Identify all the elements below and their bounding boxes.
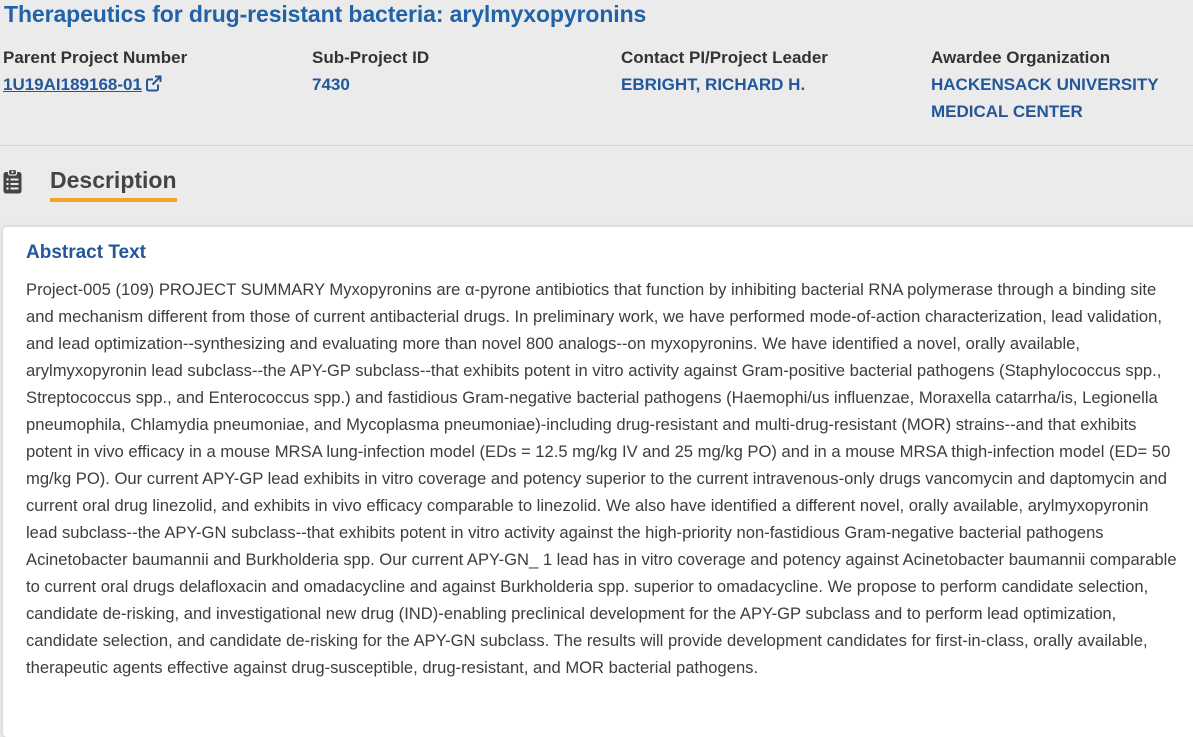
- parent-project-column: Parent Project Number 1U19AI189168-01: [3, 47, 187, 100]
- abstract-card: Abstract Text Project-005 (109) PROJECT …: [3, 227, 1193, 737]
- page-title: Therapeutics for drug-resistant bacteria…: [4, 1, 647, 27]
- contact-pi-column: Contact PI/Project Leader EBRIGHT, RICHA…: [621, 47, 828, 98]
- awardee-value-line2: MEDICAL CENTER: [931, 102, 1083, 121]
- abstract-text: Project-005 (109) PROJECT SUMMARY Myxopy…: [26, 280, 1177, 677]
- sub-project-label: Sub-Project ID: [312, 48, 430, 67]
- contact-pi-label: Contact PI/Project Leader: [621, 48, 828, 67]
- contact-pi-value: EBRIGHT, RICHARD H.: [621, 75, 806, 94]
- clipboard-icon: [3, 168, 22, 199]
- header-divider: [0, 145, 1193, 146]
- parent-project-label: Parent Project Number: [3, 48, 188, 67]
- external-link-icon[interactable]: [145, 73, 162, 100]
- awardee-value: HACKENSACK UNIVERSITY MEDICAL CENTER: [931, 71, 1159, 125]
- awardee-column: Awardee Organization HACKENSACK UNIVERSI…: [931, 47, 1159, 125]
- parent-project-link[interactable]: 1U19AI189168-01: [3, 71, 187, 100]
- awardee-value-line1: HACKENSACK UNIVERSITY: [931, 75, 1159, 94]
- sub-project-value: 7430: [312, 75, 350, 94]
- parent-project-value[interactable]: 1U19AI189168-01: [3, 75, 142, 94]
- sub-project-column: Sub-Project ID 7430: [312, 47, 429, 98]
- tab-description[interactable]: Description: [50, 167, 177, 202]
- awardee-label: Awardee Organization: [931, 48, 1111, 67]
- abstract-heading: Abstract Text: [26, 242, 147, 263]
- project-meta: Parent Project Number 1U19AI189168-01 Su…: [0, 47, 1193, 127]
